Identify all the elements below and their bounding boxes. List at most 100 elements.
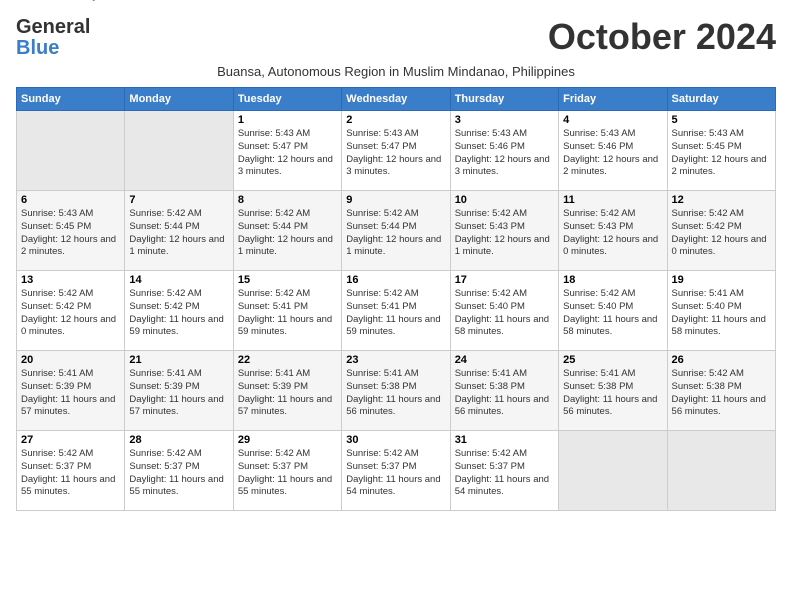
day-info: Sunrise: 5:43 AMSunset: 5:46 PMDaylight:…	[455, 128, 554, 179]
day-number: 8	[238, 194, 337, 206]
day-info: Sunrise: 5:42 AMSunset: 5:43 PMDaylight:…	[455, 208, 554, 259]
calendar-cell	[667, 431, 775, 511]
day-info: Sunrise: 5:43 AMSunset: 5:47 PMDaylight:…	[238, 128, 337, 179]
header: General Blue October 2024	[16, 16, 776, 60]
day-info: Sunrise: 5:42 AMSunset: 5:37 PMDaylight:…	[238, 448, 337, 499]
calendar-cell: 31 Sunrise: 5:42 AMSunset: 5:37 PMDayligh…	[450, 431, 558, 511]
calendar-cell: 24Sunrise: 5:41 AMSunset: 5:38 PMDayligh…	[450, 351, 558, 431]
calendar-cell: 12 Sunrise: 5:42 AMSunset: 5:42 PMDayligh…	[667, 191, 775, 271]
day-info: Sunrise: 5:43 AMSunset: 5:47 PMDaylight:…	[346, 128, 445, 179]
calendar-cell: 8 Sunrise: 5:42 AMSunset: 5:44 PMDaylight…	[233, 191, 341, 271]
calendar-cell: 30Sunrise: 5:42 AMSunset: 5:37 PMDayligh…	[342, 431, 450, 511]
day-number: 19	[672, 274, 771, 286]
month-title: October 2024	[548, 16, 776, 58]
calendar-cell: 26 Sunrise: 5:42 AMSunset: 5:38 PMDayligh…	[667, 351, 775, 431]
calendar-cell: 27 Sunrise: 5:42 AMSunset: 5:37 PMDayligh…	[17, 431, 125, 511]
day-info: Sunrise: 5:42 AMSunset: 5:37 PMDaylight:…	[346, 448, 445, 499]
calendar-cell: 19 Sunrise: 5:41 AMSunset: 5:40 PMDayligh…	[667, 271, 775, 351]
day-number: 5	[672, 114, 771, 126]
day-number: 12	[672, 194, 771, 206]
day-number: 4	[563, 114, 662, 126]
day-number: 2	[346, 114, 445, 126]
logo: General Blue	[16, 16, 90, 60]
calendar-cell: 6 Sunrise: 5:43 AMSunset: 5:45 PMDaylight…	[17, 191, 125, 271]
calendar-cell: 13 Sunrise: 5:42 AMSunset: 5:42 PMDayligh…	[17, 271, 125, 351]
day-info: Sunrise: 5:41 AMSunset: 5:38 PMDaylight:…	[455, 368, 554, 419]
calendar-cell: 17 Sunrise: 5:42 AMSunset: 5:40 PMDayligh…	[450, 271, 558, 351]
day-header-sunday: Sunday	[17, 88, 125, 111]
day-number: 21	[129, 354, 228, 366]
day-info: Sunrise: 5:42 AMSunset: 5:42 PMDaylight:…	[21, 288, 120, 339]
calendar-cell: 22 Sunrise: 5:41 AMSunset: 5:39 PMDayligh…	[233, 351, 341, 431]
day-number: 16	[346, 274, 445, 286]
calendar-cell: 20Sunrise: 5:41 AMSunset: 5:39 PMDayligh…	[17, 351, 125, 431]
day-info: Sunrise: 5:42 AMSunset: 5:42 PMDaylight:…	[672, 208, 771, 259]
calendar-cell: 3 Sunrise: 5:43 AMSunset: 5:46 PMDaylight…	[450, 111, 558, 191]
day-info: Sunrise: 5:42 AMSunset: 5:37 PMDaylight:…	[129, 448, 228, 499]
day-info: Sunrise: 5:41 AMSunset: 5:38 PMDaylight:…	[563, 368, 662, 419]
day-header-tuesday: Tuesday	[233, 88, 341, 111]
calendar-cell: 21Sunrise: 5:41 AMSunset: 5:39 PMDayligh…	[125, 351, 233, 431]
day-info: Sunrise: 5:42 AMSunset: 5:38 PMDaylight:…	[672, 368, 771, 419]
day-info: Sunrise: 5:43 AMSunset: 5:45 PMDaylight:…	[672, 128, 771, 179]
day-number: 25	[563, 354, 662, 366]
day-header-monday: Monday	[125, 88, 233, 111]
day-number: 31	[455, 434, 554, 446]
calendar-subtitle: Buansa, Autonomous Region in Muslim Mind…	[16, 64, 776, 79]
day-info: Sunrise: 5:42 AMSunset: 5:44 PMDaylight:…	[238, 208, 337, 259]
day-number: 18	[563, 274, 662, 286]
day-number: 28	[129, 434, 228, 446]
calendar-cell	[125, 111, 233, 191]
calendar-cell	[17, 111, 125, 191]
day-number: 17	[455, 274, 554, 286]
calendar-cell: 11 Sunrise: 5:42 AMSunset: 5:43 PMDayligh…	[559, 191, 667, 271]
calendar-cell: 16Sunrise: 5:42 AMSunset: 5:41 PMDayligh…	[342, 271, 450, 351]
day-info: Sunrise: 5:42 AMSunset: 5:37 PMDaylight:…	[455, 448, 554, 499]
day-number: 13	[21, 274, 120, 286]
day-number: 15	[238, 274, 337, 286]
day-number: 1	[238, 114, 337, 126]
calendar-cell: 15Sunrise: 5:42 AMSunset: 5:41 PMDayligh…	[233, 271, 341, 351]
calendar-cell: 14 Sunrise: 5:42 AMSunset: 5:42 PMDayligh…	[125, 271, 233, 351]
calendar-cell: 18 Sunrise: 5:42 AMSunset: 5:40 PMDayligh…	[559, 271, 667, 351]
day-info: Sunrise: 5:42 AMSunset: 5:43 PMDaylight:…	[563, 208, 662, 259]
calendar-cell: 2 Sunrise: 5:43 AMSunset: 5:47 PMDaylight…	[342, 111, 450, 191]
logo-text-general: General	[16, 16, 90, 38]
day-number: 7	[129, 194, 228, 206]
calendar-cell: 23Sunrise: 5:41 AMSunset: 5:38 PMDayligh…	[342, 351, 450, 431]
day-header-friday: Friday	[559, 88, 667, 111]
day-info: Sunrise: 5:42 AMSunset: 5:42 PMDaylight:…	[129, 288, 228, 339]
day-number: 26	[672, 354, 771, 366]
calendar-cell: 9 Sunrise: 5:42 AMSunset: 5:44 PMDaylight…	[342, 191, 450, 271]
logo-text-blue: Blue	[16, 37, 59, 60]
calendar-cell	[559, 431, 667, 511]
day-number: 11	[563, 194, 662, 206]
day-header-thursday: Thursday	[450, 88, 558, 111]
calendar-cell: 28 Sunrise: 5:42 AMSunset: 5:37 PMDayligh…	[125, 431, 233, 511]
calendar-cell: 5 Sunrise: 5:43 AMSunset: 5:45 PMDaylight…	[667, 111, 775, 191]
day-number: 6	[21, 194, 120, 206]
calendar-cell: 4Sunrise: 5:43 AMSunset: 5:46 PMDaylight…	[559, 111, 667, 191]
day-info: Sunrise: 5:42 AMSunset: 5:44 PMDaylight:…	[346, 208, 445, 259]
day-number: 3	[455, 114, 554, 126]
day-info: Sunrise: 5:43 AMSunset: 5:45 PMDaylight:…	[21, 208, 120, 259]
logo-bird-icon	[92, 0, 112, 6]
calendar-cell: 10 Sunrise: 5:42 AMSunset: 5:43 PMDayligh…	[450, 191, 558, 271]
calendar-cell: 7Sunrise: 5:42 AMSunset: 5:44 PMDaylight…	[125, 191, 233, 271]
calendar-cell: 29 Sunrise: 5:42 AMSunset: 5:37 PMDayligh…	[233, 431, 341, 511]
day-info: Sunrise: 5:41 AMSunset: 5:38 PMDaylight:…	[346, 368, 445, 419]
day-number: 22	[238, 354, 337, 366]
day-info: Sunrise: 5:42 AMSunset: 5:37 PMDaylight:…	[21, 448, 120, 499]
day-info: Sunrise: 5:42 AMSunset: 5:40 PMDaylight:…	[563, 288, 662, 339]
day-header-wednesday: Wednesday	[342, 88, 450, 111]
day-info: Sunrise: 5:41 AMSunset: 5:40 PMDaylight:…	[672, 288, 771, 339]
day-number: 27	[21, 434, 120, 446]
day-number: 10	[455, 194, 554, 206]
day-number: 9	[346, 194, 445, 206]
day-info: Sunrise: 5:42 AMSunset: 5:40 PMDaylight:…	[455, 288, 554, 339]
day-number: 14	[129, 274, 228, 286]
day-info: Sunrise: 5:41 AMSunset: 5:39 PMDaylight:…	[238, 368, 337, 419]
day-info: Sunrise: 5:41 AMSunset: 5:39 PMDaylight:…	[21, 368, 120, 419]
day-number: 29	[238, 434, 337, 446]
day-header-saturday: Saturday	[667, 88, 775, 111]
